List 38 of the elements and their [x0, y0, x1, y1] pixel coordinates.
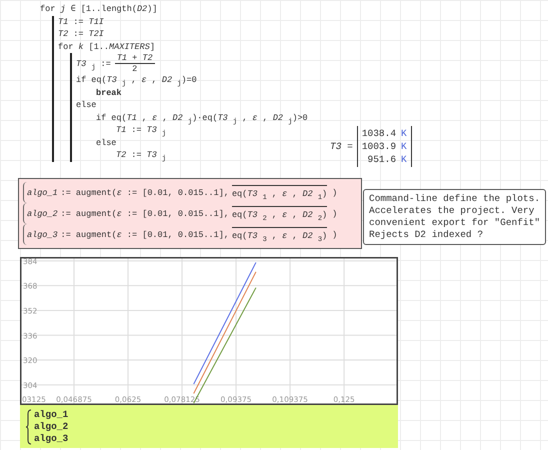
assignment-text: T3 $_{j}$ :=	[76, 58, 111, 68]
loop-header: for k [1..MAXITERS]	[58, 40, 156, 53]
legend-text: algo_1	[34, 409, 68, 421]
loop-header: for j ∈ [1..length(D2)]	[40, 3, 158, 16]
branch-header: if eq(T3 $_{j}$ , ε , D2 $_{j}$)=0	[76, 74, 198, 86]
legend-text: algo_3	[34, 433, 68, 445]
note-text: Command-line define the plots. Accelerates the project. Very convenient export for "Genfit" Rejects D2 indexed ?	[363, 189, 546, 245]
result-label: T3 =	[330, 141, 353, 152]
expression-text: := augment(ε := [0.01, 0.015..1],	[60, 208, 229, 218]
matrix-value: 1038.4	[362, 127, 396, 140]
branch-header: else	[96, 136, 118, 149]
vectorized-expression: eq(T3 $_{1}$ , ε , D2 $_{1}$)	[232, 185, 328, 200]
unit-text: K	[401, 127, 407, 140]
vectorized-expression: eq(T3 $_{2}$ , ε , D2 $_{2}$)	[232, 206, 328, 221]
expression-text: := augment(ε := [0.01, 0.015..1],	[60, 230, 229, 240]
expression-text: := augment(ε := [0.01, 0.015..1],	[60, 188, 229, 198]
numerator: T1 + T2	[114, 53, 155, 64]
unit-text: K	[401, 140, 407, 153]
closing-parenthesis: )	[331, 208, 338, 218]
variable-name: algo_3	[27, 230, 58, 240]
unit-text: K	[401, 153, 407, 166]
matrix-value: 1003.9	[362, 140, 396, 153]
closing-parenthesis: )	[331, 188, 338, 198]
code-line: T1 := T3 $_{j}$	[116, 124, 168, 136]
code-line: T2 := T2I	[58, 28, 105, 40]
legend-text: algo_2	[34, 421, 68, 433]
brace-icon	[26, 409, 32, 445]
branch-header: if eq(T1 , ε , D2 $_{j}$)·eq(T3 $_{j}$ , ε , D2 $_{j}$)>0	[96, 112, 308, 124]
denominator: 2	[132, 64, 138, 74]
branch-header: else	[76, 99, 98, 112]
variable-name: algo_1	[27, 188, 58, 198]
variable-name: algo_2	[27, 208, 58, 218]
code-line: T1 := T1I	[58, 16, 105, 28]
matrix-value: 951.6	[368, 153, 396, 166]
keyword-line: break	[96, 86, 123, 99]
vectorized-expression: eq(T3 $_{3}$ , ε , D2 $_{3}$)	[232, 227, 328, 242]
closing-parenthesis: )	[331, 230, 338, 240]
code-line: T2 := T3 $_{j}$	[116, 149, 168, 162]
